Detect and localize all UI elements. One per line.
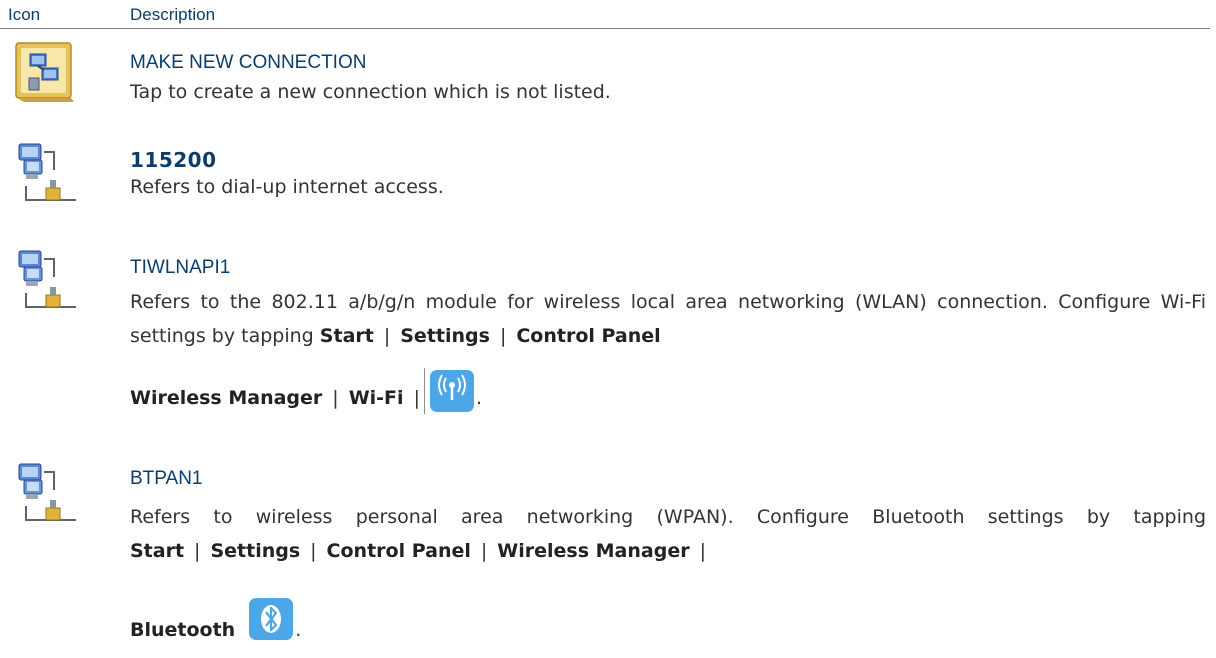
make-new-connection-icon (14, 40, 76, 102)
column-header-description: Description (130, 5, 216, 24)
row-text: Refers to the 802.11 a/b/g/n module for … (130, 291, 1206, 347)
path-settings: Settings (210, 540, 301, 562)
path-control-panel: Control Panel (516, 325, 661, 347)
bluetooth-icon (247, 596, 295, 642)
path-start: Start (130, 540, 185, 562)
path-wireless-manager: Wireless Manager (497, 540, 690, 562)
table-header: Icon Description (0, 0, 1210, 29)
network-connection-icon (16, 460, 84, 528)
row-title: 115200 (130, 148, 217, 172)
path-control-panel: Control Panel (326, 540, 471, 562)
path-wireless-manager: Wireless Manager (130, 387, 323, 409)
path-separator: | (480, 540, 488, 562)
column-header-icon: Icon (8, 5, 41, 24)
row-description-continued: Wireless Manager | Wi-Fi | . (130, 368, 1206, 418)
wifi-icon (423, 368, 476, 414)
row-title: MAKE NEW CONNECTION (130, 52, 367, 73)
row-description: Refers to dial-up internet access. (130, 176, 444, 198)
path-separator: | (310, 540, 317, 562)
row-description-continued: Bluetooth . (130, 596, 1206, 650)
path-wifi: Wi-Fi (348, 387, 404, 409)
sentence-end: . (295, 619, 302, 641)
row-title: BTPAN1 (130, 468, 203, 489)
path-separator: | (699, 540, 706, 562)
row-description: Refers to the 802.11 a/b/g/n module for … (130, 285, 1206, 353)
path-separator: | (499, 325, 507, 347)
path-separator: | (194, 540, 201, 562)
path-bluetooth: Bluetooth (130, 619, 236, 641)
path-separator: | (383, 325, 391, 347)
row-description: Tap to create a new connection which is … (130, 81, 611, 103)
row-description: Refers to wireless personal area network… (130, 500, 1206, 568)
path-settings: Settings (400, 325, 490, 347)
row-title: TIWLNAPI1 (130, 257, 231, 278)
network-connection-icon (16, 140, 84, 208)
sentence-end: . (475, 387, 483, 409)
path-separator: | (413, 387, 420, 409)
network-connection-icon (16, 247, 84, 315)
row-text: Refers to wireless personal area network… (130, 506, 1206, 528)
path-separator: | (332, 387, 339, 409)
path-start: Start (319, 325, 374, 347)
